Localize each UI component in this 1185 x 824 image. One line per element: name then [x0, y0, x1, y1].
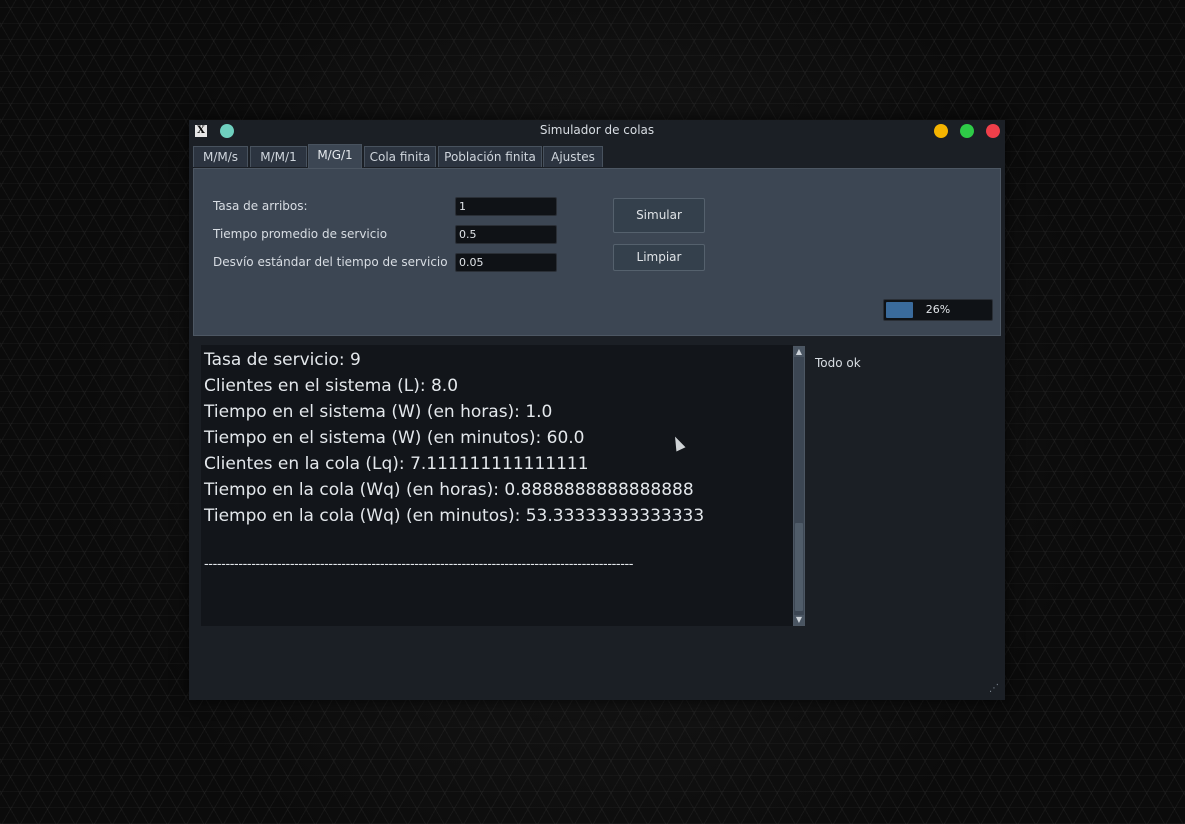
result-line: Tiempo en la cola (Wq) (en horas): 0.888… [204, 480, 694, 500]
result-line: Tiempo en el sistema (W) (en horas): 1.0 [204, 402, 553, 422]
result-line: Clientes en el sistema (L): 8.0 [204, 376, 459, 396]
window-title: Simulador de colas [539, 123, 655, 137]
arrival-rate-label: Tasa de arribos: [213, 199, 308, 213]
mg1-settings-panel: Tasa de arribos: 1 Tiempo promedio de se… [193, 168, 1001, 336]
output-scrollbar[interactable]: ▲ ▼ [793, 346, 805, 626]
tab-ajustes[interactable]: Ajustes [543, 146, 603, 167]
result-line: Tiempo en la cola (Wq) (en minutos): 53.… [204, 506, 705, 526]
progress-label: 26% [925, 303, 951, 316]
service-std-label: Desvío estándar del tiempo de servicio [213, 255, 448, 269]
maximize-button[interactable] [960, 124, 974, 138]
tab-mm1[interactable]: M/M/1 [250, 146, 307, 167]
app-window: X Simulador de colas M/M/s M/M/1 M/G/1 C… [189, 120, 1005, 700]
tab-poblacion-finita[interactable]: Población finita [438, 146, 542, 167]
result-line: Clientes en la cola (Lq): 7.111111111111… [204, 454, 589, 474]
clear-button[interactable]: Limpiar [613, 244, 705, 271]
result-line: Tasa de servicio: 9 [204, 350, 361, 370]
progress-bar: 26% [883, 299, 993, 321]
resize-grip-icon[interactable]: ⋰ [989, 683, 1001, 695]
scroll-down-icon[interactable]: ▼ [794, 615, 804, 625]
service-std-input[interactable]: 0.05 [455, 253, 557, 272]
status-message: Todo ok [815, 356, 861, 370]
tab-cola-finita[interactable]: Cola finita [364, 146, 436, 167]
minimize-button[interactable] [934, 124, 948, 138]
simulate-button[interactable]: Simular [613, 198, 705, 233]
service-time-input[interactable]: 0.5 [455, 225, 557, 244]
arrival-rate-input[interactable]: 1 [455, 197, 557, 216]
scroll-up-icon[interactable]: ▲ [794, 347, 804, 357]
scroll-thumb[interactable] [795, 523, 803, 611]
title-bar: X Simulador de colas [189, 120, 1005, 142]
tab-mms[interactable]: M/M/s [193, 146, 248, 167]
close-button[interactable] [986, 124, 1000, 138]
results-output[interactable]: Tasa de servicio: 9 Clientes en el siste… [201, 345, 793, 626]
separator-line: ----------------------------------------… [204, 557, 634, 572]
tab-mg1[interactable]: M/G/1 [308, 144, 362, 169]
result-line: Tiempo en el sistema (W) (en minutos): 6… [204, 428, 585, 448]
service-time-label: Tiempo promedio de servicio [213, 227, 388, 241]
